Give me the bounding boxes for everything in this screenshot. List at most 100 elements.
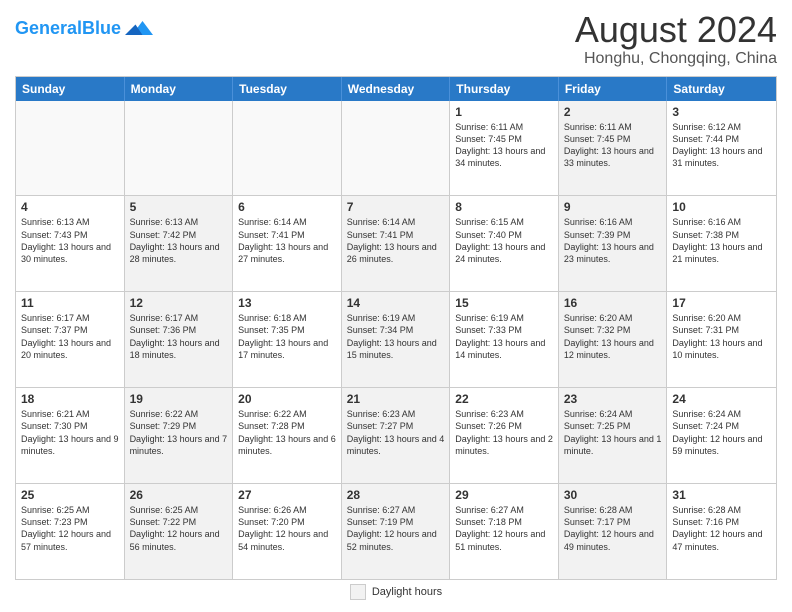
calendar-cell: 17 Sunrise: 6:20 AM Sunset: 7:31 PM Dayli… bbox=[667, 292, 776, 387]
calendar-cell: 26Sunrise: 6:25 AM Sunset: 7:22 PM Dayli… bbox=[125, 484, 234, 579]
calendar-cell: 25 Sunrise: 6:25 AM Sunset: 7:23 PM Dayli… bbox=[16, 484, 125, 579]
day-number: 16 bbox=[564, 296, 662, 310]
calendar-row-5: 25 Sunrise: 6:25 AM Sunset: 7:23 PM Dayli… bbox=[16, 483, 776, 579]
month-year: August 2024 bbox=[575, 10, 777, 50]
cell-info: Sunrise: 6:26 AM Sunset: 7:20 PM Dayligh… bbox=[238, 504, 336, 553]
calendar-cell bbox=[125, 101, 234, 196]
header-day-saturday: Saturday bbox=[667, 77, 776, 101]
title-block: August 2024 Honghu, Chongqing, China bbox=[575, 10, 777, 68]
cell-info: Sunrise: 6:24 AM Sunset: 7:25 PM Dayligh… bbox=[564, 408, 662, 457]
day-number: 7 bbox=[347, 200, 445, 214]
cell-info: Sunrise: 6:13 AM Sunset: 7:42 PM Dayligh… bbox=[130, 216, 228, 265]
day-number: 24 bbox=[672, 392, 771, 406]
calendar-cell: 8 Sunrise: 6:15 AM Sunset: 7:40 PM Daylig… bbox=[450, 196, 559, 291]
cell-info: Sunrise: 6:28 AM Sunset: 7:16 PM Dayligh… bbox=[672, 504, 771, 553]
calendar-cell: 3Sunrise: 6:12 AM Sunset: 7:44 PM Daylig… bbox=[667, 101, 776, 196]
calendar-row-4: 18 Sunrise: 6:21 AM Sunset: 7:30 PM Dayli… bbox=[16, 387, 776, 483]
header-day-monday: Monday bbox=[125, 77, 234, 101]
calendar-cell: 7Sunrise: 6:14 AM Sunset: 7:41 PM Daylig… bbox=[342, 196, 451, 291]
calendar-cell: 28 Sunrise: 6:27 AM Sunset: 7:19 PM Dayli… bbox=[342, 484, 451, 579]
cell-info: Sunrise: 6:20 AM Sunset: 7:31 PM Dayligh… bbox=[672, 312, 771, 361]
header-day-friday: Friday bbox=[559, 77, 668, 101]
cell-info: Sunrise: 6:19 AM Sunset: 7:33 PM Dayligh… bbox=[455, 312, 553, 361]
calendar-body: 1Sunrise: 6:11 AM Sunset: 7:45 PM Daylig… bbox=[16, 101, 776, 579]
day-number: 4 bbox=[21, 200, 119, 214]
day-number: 27 bbox=[238, 488, 336, 502]
day-number: 9 bbox=[564, 200, 662, 214]
cell-info: Sunrise: 6:17 AM Sunset: 7:37 PM Dayligh… bbox=[21, 312, 119, 361]
day-number: 2 bbox=[564, 105, 662, 119]
cell-info: Sunrise: 6:19 AM Sunset: 7:34 PM Dayligh… bbox=[347, 312, 445, 361]
calendar-row-3: 11 Sunrise: 6:17 AM Sunset: 7:37 PM Dayli… bbox=[16, 291, 776, 387]
calendar-cell: 31Sunrise: 6:28 AM Sunset: 7:16 PM Dayli… bbox=[667, 484, 776, 579]
day-number: 3 bbox=[672, 105, 771, 119]
day-number: 5 bbox=[130, 200, 228, 214]
calendar-cell: 6Sunrise: 6:14 AM Sunset: 7:41 PM Daylig… bbox=[233, 196, 342, 291]
calendar-cell bbox=[16, 101, 125, 196]
cell-info: Sunrise: 6:16 AM Sunset: 7:39 PM Dayligh… bbox=[564, 216, 662, 265]
logo-icon bbox=[125, 14, 153, 42]
cell-info: Sunrise: 6:25 AM Sunset: 7:23 PM Dayligh… bbox=[21, 504, 119, 553]
day-number: 18 bbox=[21, 392, 119, 406]
day-number: 20 bbox=[238, 392, 336, 406]
calendar-cell: 15 Sunrise: 6:19 AM Sunset: 7:33 PM Dayli… bbox=[450, 292, 559, 387]
day-number: 23 bbox=[564, 392, 662, 406]
location: Honghu, Chongqing, China bbox=[575, 50, 777, 68]
day-number: 26 bbox=[130, 488, 228, 502]
header-day-wednesday: Wednesday bbox=[342, 77, 451, 101]
cell-info: Sunrise: 6:18 AM Sunset: 7:35 PM Dayligh… bbox=[238, 312, 336, 361]
calendar-cell: 27 Sunrise: 6:26 AM Sunset: 7:20 PM Dayli… bbox=[233, 484, 342, 579]
calendar-cell: 4Sunrise: 6:13 AM Sunset: 7:43 PM Daylig… bbox=[16, 196, 125, 291]
calendar-cell: 14 Sunrise: 6:19 AM Sunset: 7:34 PM Dayli… bbox=[342, 292, 451, 387]
cell-info: Sunrise: 6:27 AM Sunset: 7:19 PM Dayligh… bbox=[347, 504, 445, 553]
legend-shaded-box bbox=[350, 584, 366, 600]
calendar-cell bbox=[233, 101, 342, 196]
logo-text: GeneralBlue bbox=[15, 19, 121, 37]
day-number: 14 bbox=[347, 296, 445, 310]
calendar-cell: 12Sunrise: 6:17 AM Sunset: 7:36 PM Dayli… bbox=[125, 292, 234, 387]
cell-info: Sunrise: 6:27 AM Sunset: 7:18 PM Dayligh… bbox=[455, 504, 553, 553]
calendar-cell: 23 Sunrise: 6:24 AM Sunset: 7:25 PM Dayli… bbox=[559, 388, 668, 483]
cell-info: Sunrise: 6:28 AM Sunset: 7:17 PM Dayligh… bbox=[564, 504, 662, 553]
day-number: 22 bbox=[455, 392, 553, 406]
day-number: 15 bbox=[455, 296, 553, 310]
day-number: 19 bbox=[130, 392, 228, 406]
day-number: 11 bbox=[21, 296, 119, 310]
day-number: 13 bbox=[238, 296, 336, 310]
calendar-cell: 24 Sunrise: 6:24 AM Sunset: 7:24 PM Dayli… bbox=[667, 388, 776, 483]
header-day-thursday: Thursday bbox=[450, 77, 559, 101]
cell-info: Sunrise: 6:15 AM Sunset: 7:40 PM Dayligh… bbox=[455, 216, 553, 265]
cell-info: Sunrise: 6:23 AM Sunset: 7:27 PM Dayligh… bbox=[347, 408, 445, 457]
logo: GeneralBlue bbox=[15, 14, 153, 42]
header: GeneralBlue August 2024 Honghu, Chongqin… bbox=[15, 10, 777, 68]
calendar-cell: 20 Sunrise: 6:22 AM Sunset: 7:28 PM Dayli… bbox=[233, 388, 342, 483]
cell-info: Sunrise: 6:11 AM Sunset: 7:45 PM Dayligh… bbox=[564, 121, 662, 170]
legend-label: Daylight hours bbox=[372, 586, 442, 598]
day-number: 17 bbox=[672, 296, 771, 310]
page: GeneralBlue August 2024 Honghu, Chongqin… bbox=[0, 0, 792, 612]
calendar: SundayMondayTuesdayWednesdayThursdayFrid… bbox=[15, 76, 777, 580]
calendar-row-2: 4Sunrise: 6:13 AM Sunset: 7:43 PM Daylig… bbox=[16, 195, 776, 291]
cell-info: Sunrise: 6:24 AM Sunset: 7:24 PM Dayligh… bbox=[672, 408, 771, 457]
calendar-cell: 29 Sunrise: 6:27 AM Sunset: 7:18 PM Dayli… bbox=[450, 484, 559, 579]
day-number: 21 bbox=[347, 392, 445, 406]
calendar-cell: 30Sunrise: 6:28 AM Sunset: 7:17 PM Dayli… bbox=[559, 484, 668, 579]
cell-info: Sunrise: 6:22 AM Sunset: 7:28 PM Dayligh… bbox=[238, 408, 336, 457]
calendar-cell: 19Sunrise: 6:22 AM Sunset: 7:29 PM Dayli… bbox=[125, 388, 234, 483]
header-day-sunday: Sunday bbox=[16, 77, 125, 101]
header-day-tuesday: Tuesday bbox=[233, 77, 342, 101]
day-number: 8 bbox=[455, 200, 553, 214]
day-number: 12 bbox=[130, 296, 228, 310]
day-number: 28 bbox=[347, 488, 445, 502]
calendar-cell: 1Sunrise: 6:11 AM Sunset: 7:45 PM Daylig… bbox=[450, 101, 559, 196]
calendar-cell: 10Sunrise: 6:16 AM Sunset: 7:38 PM Dayli… bbox=[667, 196, 776, 291]
cell-info: Sunrise: 6:20 AM Sunset: 7:32 PM Dayligh… bbox=[564, 312, 662, 361]
calendar-cell: 11 Sunrise: 6:17 AM Sunset: 7:37 PM Dayli… bbox=[16, 292, 125, 387]
calendar-cell: 5 Sunrise: 6:13 AM Sunset: 7:42 PM Daylig… bbox=[125, 196, 234, 291]
calendar-cell: 21 Sunrise: 6:23 AM Sunset: 7:27 PM Dayli… bbox=[342, 388, 451, 483]
legend: Daylight hours bbox=[15, 580, 777, 602]
day-number: 29 bbox=[455, 488, 553, 502]
cell-info: Sunrise: 6:21 AM Sunset: 7:30 PM Dayligh… bbox=[21, 408, 119, 457]
day-number: 25 bbox=[21, 488, 119, 502]
cell-info: Sunrise: 6:11 AM Sunset: 7:45 PM Dayligh… bbox=[455, 121, 553, 170]
